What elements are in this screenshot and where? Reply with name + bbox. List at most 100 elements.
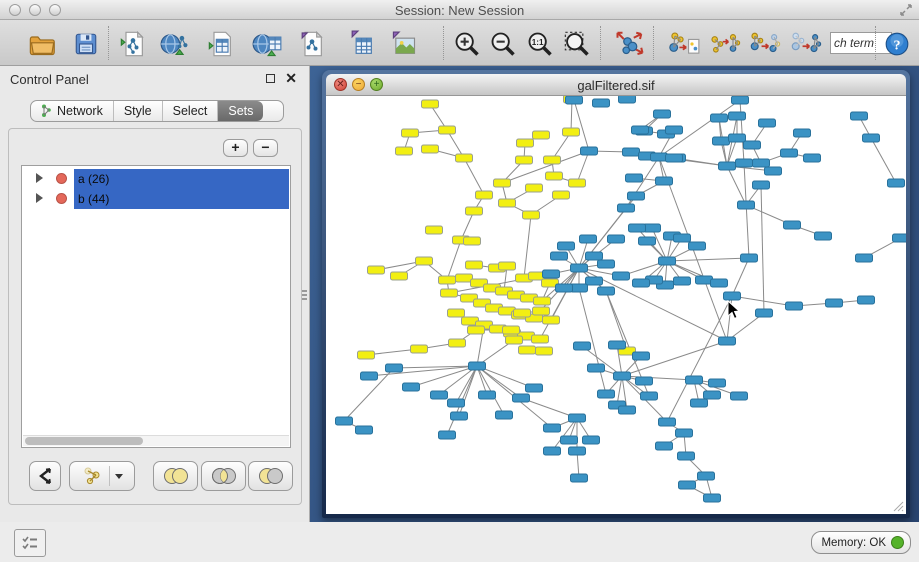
select-neighbors-icon	[709, 29, 741, 59]
tasks-icon	[21, 535, 39, 551]
memory-ok-icon	[891, 536, 904, 549]
tab-select-label: Select	[173, 104, 208, 118]
expand-arrow-icon[interactable]	[36, 193, 43, 203]
create-set-dropdown-button[interactable]	[69, 461, 135, 491]
expand-arrow-icon[interactable]	[36, 173, 43, 183]
control-panel-tabbar: Network Style Select Sets	[30, 100, 284, 122]
neighbors-file-icon	[668, 29, 700, 59]
import-table-file-icon	[207, 30, 235, 58]
help-icon: ?	[884, 31, 910, 57]
set-row-b[interactable]: b (44)	[22, 189, 290, 209]
network-frame-title: galFiltered.sif	[326, 78, 906, 93]
network-graph-svg[interactable]	[326, 96, 906, 514]
zoom-fit-icon	[563, 30, 591, 58]
tab-sets-label: Sets	[228, 104, 253, 118]
zoom-out-button[interactable]	[487, 28, 519, 60]
split-icon	[35, 466, 55, 486]
mouse-cursor	[727, 300, 741, 320]
select-first-neighbors-button[interactable]	[709, 28, 741, 60]
network-frame[interactable]: ✕ − + galFiltered.sif	[322, 70, 910, 518]
horizontal-scrollbar[interactable]	[23, 435, 289, 446]
help-button[interactable]: ?	[881, 28, 913, 60]
new-network-selected-edges-button[interactable]	[790, 28, 822, 60]
toolbar-separator	[108, 26, 109, 60]
network-desktop: ✕ − + galFiltered.sif	[310, 66, 919, 522]
export-image-button[interactable]	[388, 28, 420, 60]
export-table-button[interactable]	[346, 28, 378, 60]
remove-set-button[interactable]: −	[253, 139, 278, 157]
export-network-button[interactable]	[296, 28, 328, 60]
import-network-file-icon	[119, 30, 147, 58]
svg-text:?: ?	[893, 37, 900, 53]
set-difference-button[interactable]	[248, 461, 293, 491]
import-table-web-button[interactable]	[251, 28, 283, 60]
sets-panel: + − a (26) b (44)	[8, 128, 302, 505]
set-color-icon	[56, 173, 67, 184]
toolbar-separator	[875, 26, 876, 60]
apply-layout-icon	[615, 29, 645, 59]
export-image-icon	[390, 30, 418, 58]
chevron-down-icon[interactable]	[115, 474, 123, 479]
save-session-button[interactable]	[70, 28, 102, 60]
tab-sets[interactable]: Sets	[218, 101, 263, 121]
network-canvas[interactable]	[326, 96, 906, 514]
memory-status-button[interactable]: Memory: OK	[811, 531, 911, 554]
new-network-from-selection-icon	[749, 29, 781, 59]
open-session-button[interactable]	[26, 28, 58, 60]
scrollbar-thumb[interactable]	[25, 437, 143, 445]
resize-grip-icon[interactable]	[892, 500, 904, 512]
svg-text:1:1: 1:1	[532, 38, 544, 47]
set-row-a[interactable]: a (26)	[22, 169, 290, 189]
zoom-actual-icon: 1:1	[526, 30, 554, 58]
import-network-file-button[interactable]	[117, 28, 149, 60]
add-set-button[interactable]: +	[223, 139, 248, 157]
status-bar: Memory: OK	[0, 522, 919, 562]
export-table-icon	[348, 30, 376, 58]
tab-network[interactable]: Network	[31, 101, 114, 121]
control-panel-header: Control Panel ✕	[0, 66, 309, 92]
venn-union-icon	[161, 467, 191, 485]
zoom-in-icon	[453, 30, 481, 58]
import-network-web-icon	[160, 30, 190, 58]
zoom-fit-selected-button[interactable]	[561, 28, 593, 60]
task-history-button[interactable]	[14, 529, 46, 557]
window-titlebar: Session: New Session	[0, 0, 919, 20]
fullscreen-icon[interactable]	[899, 3, 913, 17]
tab-style-label: Style	[124, 104, 152, 118]
application-window: Session: New Session	[0, 0, 919, 562]
float-panel-icon[interactable]	[266, 74, 275, 83]
button-divider	[109, 466, 110, 486]
split-sets-button[interactable]	[29, 461, 61, 491]
set-row-label: a (26)	[78, 172, 109, 186]
close-panel-icon[interactable]: ✕	[285, 70, 297, 87]
set-union-button[interactable]	[153, 461, 198, 491]
toolbar-separator	[653, 26, 654, 60]
toolbar-separator	[443, 26, 444, 60]
export-network-icon	[298, 30, 326, 58]
import-table-file-button[interactable]	[205, 28, 237, 60]
new-network-from-selection-button[interactable]	[749, 28, 781, 60]
tab-style[interactable]: Style	[114, 101, 163, 121]
control-panel: Control Panel ✕ Network Style Select	[0, 66, 310, 522]
splitter-collapse-handle[interactable]	[302, 290, 307, 302]
venn-difference-icon	[256, 467, 286, 485]
save-icon	[73, 31, 99, 57]
open-icon	[28, 30, 56, 58]
zoom-actual-size-button[interactable]: 1:1	[524, 28, 556, 60]
import-network-web-button[interactable]	[159, 28, 191, 60]
network-frame-titlebar[interactable]: ✕ − + galFiltered.sif	[326, 74, 906, 96]
sets-list[interactable]: a (26) b (44)	[21, 165, 291, 448]
tab-network-label: Network	[57, 104, 103, 118]
zoom-out-icon	[489, 30, 517, 58]
network-tab-icon	[41, 104, 53, 118]
control-panel-title: Control Panel	[10, 72, 89, 87]
set-intersection-button[interactable]	[201, 461, 246, 491]
tab-select[interactable]: Select	[163, 101, 219, 121]
apply-layout-button[interactable]	[614, 28, 646, 60]
zoom-in-button[interactable]	[451, 28, 483, 60]
venn-intersection-icon	[209, 467, 239, 485]
neighbors-from-file-button[interactable]	[668, 28, 700, 60]
new-network-selected-edges-icon	[790, 29, 822, 59]
set-row-label: b (44)	[78, 192, 109, 206]
main-toolbar: 1:1	[0, 20, 919, 66]
